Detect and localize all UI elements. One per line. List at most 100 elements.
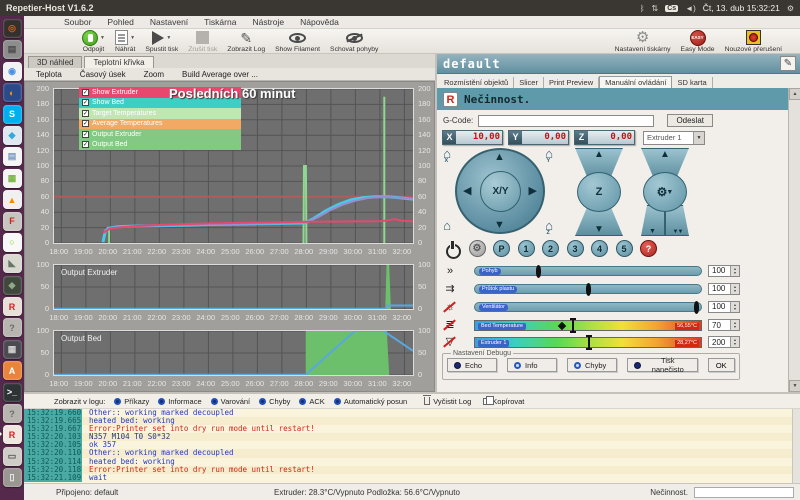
debug-echo[interactable]: Echo: [447, 358, 497, 372]
checkbox-icon[interactable]: ✓: [82, 141, 89, 148]
checkbox-icon[interactable]: ✓: [82, 89, 89, 96]
extruder-target-value[interactable]: 200▲▼: [708, 336, 740, 348]
temp-marker[interactable]: [588, 335, 590, 350]
spinner-icon[interactable]: ▲▼: [730, 266, 739, 276]
move-y-minus-button[interactable]: ▼: [494, 219, 505, 231]
move-x-plus-button[interactable]: ▶: [529, 184, 537, 197]
slider-thumb[interactable]: [694, 301, 699, 314]
spinner-icon[interactable]: ▲▼: [730, 320, 739, 330]
menu-nastavení[interactable]: Nastavení: [150, 17, 188, 27]
dropdown-arrow-icon[interactable]: ▼: [130, 35, 135, 41]
menu-nápověda[interactable]: Nápověda: [300, 17, 339, 27]
dropdown-arrow-icon[interactable]: ▼: [100, 35, 105, 41]
launcher-printer[interactable]: ▭: [3, 447, 22, 466]
dropdown-arrow-icon[interactable]: ▼: [166, 35, 171, 41]
chart-menu-teplota[interactable]: Teplota: [36, 70, 62, 79]
spinner-icon[interactable]: ▲▼: [730, 284, 739, 294]
launcher-unknown-app-1[interactable]: ?: [3, 318, 22, 337]
launcher-trash[interactable]: ▯: [3, 468, 22, 487]
preset-1-button[interactable]: 1: [518, 240, 535, 257]
preset-5-button[interactable]: 5: [616, 240, 633, 257]
launcher-kodi[interactable]: ◆: [3, 126, 22, 145]
edit-printer-button[interactable]: ✎: [780, 56, 796, 71]
launcher-vlc[interactable]: ▲: [3, 190, 22, 209]
log-filter-informace[interactable]: Informace: [158, 397, 201, 406]
session-gear-icon[interactable]: ⚙: [787, 4, 794, 13]
launcher-meshlab[interactable]: ◆: [3, 276, 22, 295]
toolbar-show-filament[interactable]: Show Filament: [275, 30, 320, 53]
launcher-freecad[interactable]: F: [3, 212, 22, 231]
home-all-button[interactable]: ⌂: [439, 218, 455, 234]
menu-pohled[interactable]: Pohled: [107, 17, 133, 27]
log-action-vy-istit-log[interactable]: Vyčistit Log: [424, 397, 471, 406]
launcher-repetier-host[interactable]: R: [3, 425, 22, 444]
launcher-chrome[interactable]: ◉: [3, 62, 22, 81]
gcode-input[interactable]: [478, 115, 654, 127]
launcher-dash-home[interactable]: ◎: [3, 19, 22, 38]
keyboard-layout-indicator[interactable]: Cs: [665, 5, 678, 12]
debug-chyby[interactable]: Chyby: [567, 358, 617, 372]
home-z-button[interactable]: ⌂Z: [541, 218, 557, 234]
help-button[interactable]: ?: [640, 240, 657, 257]
launcher-libreoffice-calc[interactable]: ▦: [3, 169, 22, 188]
log-filter-ack[interactable]: ACK: [299, 397, 324, 406]
log-action-kop-rovat[interactable]: Kopírovat: [483, 397, 524, 406]
output-bed-plot[interactable]: [53, 330, 414, 376]
preset-4-button[interactable]: 4: [591, 240, 608, 257]
clock[interactable]: Čt, 13. dub 15:32:21: [703, 3, 780, 13]
debug-info[interactable]: Info: [507, 358, 557, 372]
toolbar-spustit-tisk[interactable]: ▼Spustit tisk: [145, 30, 178, 53]
send-button[interactable]: Odeslat: [667, 114, 713, 127]
legend-item[interactable]: ✓Output Bed: [79, 140, 241, 151]
toolbar-odpojit[interactable]: ▼Odpojit: [82, 30, 105, 53]
launcher-software-center[interactable]: A: [3, 361, 22, 380]
log-scrollbar[interactable]: [792, 409, 800, 483]
preset-3-button[interactable]: 3: [567, 240, 584, 257]
feedrate-value[interactable]: 100▲▼: [708, 265, 740, 277]
move-y-plus-button[interactable]: ▲: [494, 151, 505, 163]
menu-tiskárna[interactable]: Tiskárna: [204, 17, 236, 27]
toolbar-n-hr-t[interactable]: ▼Náhrát: [115, 30, 135, 53]
menu-nástroje[interactable]: Nástroje: [252, 17, 284, 27]
checkbox-icon[interactable]: ✓: [82, 131, 89, 138]
preset-2-button[interactable]: 2: [542, 240, 559, 257]
volume-icon[interactable]: ◄): [685, 4, 696, 13]
toolbar-schovat-pohyby[interactable]: Schovat pohyby: [330, 30, 378, 53]
bluetooth-icon[interactable]: ᛒ: [640, 4, 645, 13]
feedrate-slider[interactable]: Pohyb: [474, 266, 702, 276]
scroll-down-icon[interactable]: ▼: [789, 380, 800, 392]
panel-tab-sd-karta[interactable]: SD karta: [672, 77, 712, 88]
panel-tab-rozm-st-n-objekt-[interactable]: Rozmístění objektů: [439, 77, 514, 88]
xy-pad[interactable]: ▲ ▼ ◀ ▶ X/Y: [455, 148, 545, 234]
launcher-repetier-server[interactable]: R: [3, 297, 22, 316]
log-filter-p-kazy[interactable]: Příkazy: [114, 397, 149, 406]
chart-menu-zoom[interactable]: Zoom: [144, 70, 164, 79]
slider-thumb[interactable]: [536, 265, 541, 278]
chart-menu--asov-sek[interactable]: Časový úsek: [80, 70, 126, 79]
bed-temp-slider[interactable]: Bed Temperature56,55°C: [474, 320, 702, 331]
move-x-minus-button[interactable]: ◀: [463, 184, 471, 197]
network-sync-icon[interactable]: ⇅: [652, 4, 659, 13]
fan-slider[interactable]: Ventilátor: [474, 302, 702, 312]
launcher-calculator[interactable]: ▦: [3, 340, 22, 359]
menu-soubor[interactable]: Soubor: [64, 17, 91, 27]
log-filter-chyby[interactable]: Chyby: [259, 397, 290, 406]
toolbar-nastaven-tisk-rny[interactable]: ⚙Nastavení tiskárny: [615, 30, 671, 53]
spinner-icon[interactable]: ▲▼: [730, 302, 739, 312]
launcher-openscad[interactable]: ○: [3, 233, 22, 252]
extruder-temp-slider[interactable]: Extruder 128,27°C: [474, 337, 702, 348]
extruder-select[interactable]: Extruder 1▼: [643, 131, 705, 145]
launcher-files[interactable]: ▤: [3, 40, 22, 59]
chart-menu-build-average-over-[interactable]: Build Average over ...: [182, 70, 258, 79]
panel-tab-print-preview[interactable]: Print Preview: [544, 77, 599, 88]
panel-tab-manu-ln-ovl-d-n-[interactable]: Manuální ovládání: [599, 76, 672, 88]
checkbox-icon[interactable]: ✓: [82, 120, 89, 127]
spinner-icon[interactable]: ▲▼: [730, 337, 739, 347]
launcher-slic3r[interactable]: ◣: [3, 254, 22, 273]
toolbar-zobrazit-log[interactable]: ✎Zobrazit Log: [227, 30, 265, 53]
temp-marker[interactable]: [572, 318, 574, 333]
flowrate-value[interactable]: 100▲▼: [708, 283, 740, 295]
chevron-down-icon[interactable]: ▼: [693, 132, 704, 144]
debug-tisk-nane-isto[interactable]: Tisk nanečisto: [627, 358, 698, 372]
power-button[interactable]: [444, 240, 461, 257]
